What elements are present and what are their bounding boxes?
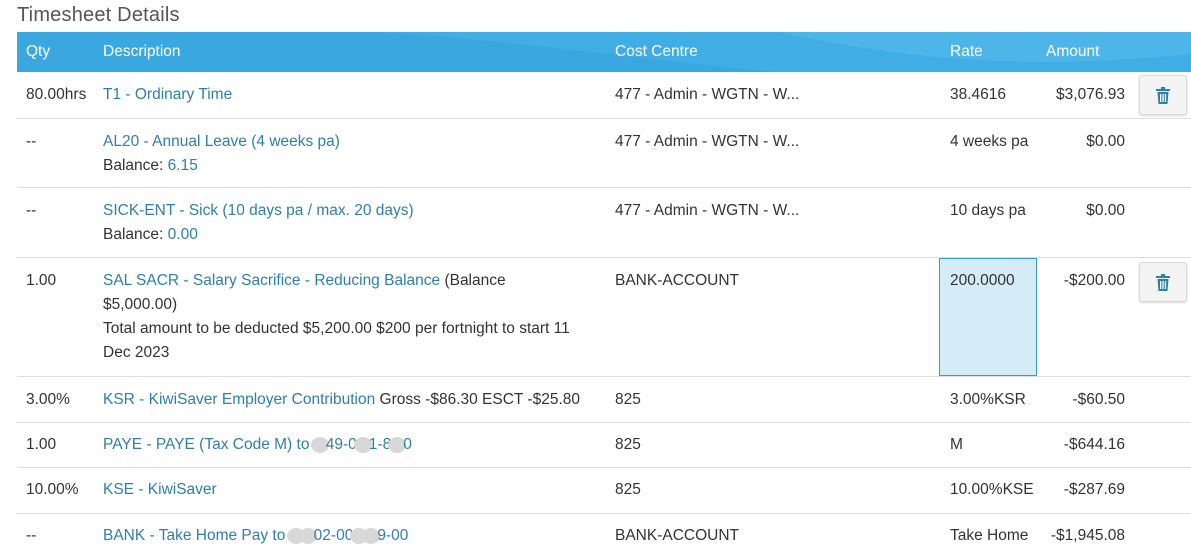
pay-item-link[interactable]: AL20 - Annual Leave (4 weeks pa): [103, 133, 340, 150]
cost-centre-cell: BANK-ACCOUNT: [615, 527, 740, 544]
column-header-amount[interactable]: Amount: [1046, 32, 1099, 72]
table-row: 10.00% KSE - KiwiSaver 825 10.00%KSE -$2…: [17, 468, 1191, 514]
amount-cell: -$1,945.08: [1050, 527, 1125, 544]
pay-item-link[interactable]: BANK - Take Home Pay to 02-00 9-00: [103, 527, 408, 544]
amount-cell: -$60.50: [1072, 391, 1125, 408]
qty-cell: --: [26, 133, 37, 150]
cost-centre-cell: BANK-ACCOUNT: [615, 272, 740, 289]
balance-value: 6.15: [167, 157, 198, 174]
qty-cell: 10.00%: [26, 481, 79, 498]
pay-item-link[interactable]: SICK-ENT - Sick (10 days pa / max. 20 da…: [103, 202, 414, 219]
table-header: Qty Description Cost Centre Rate Amount: [17, 32, 1191, 72]
qty-cell: --: [26, 202, 37, 219]
rate-cell: Take Home: [950, 527, 1029, 544]
amount-cell: -$644.16: [1063, 436, 1125, 453]
section-title: Timesheet Details: [17, 4, 180, 26]
pay-item-link[interactable]: T1 - Ordinary Time: [103, 86, 232, 103]
description-cell: T1 - Ordinary Time: [103, 83, 615, 107]
trash-icon: [1156, 273, 1170, 291]
qty-cell: 80.00hrs: [26, 86, 87, 103]
column-header-description[interactable]: Description: [103, 32, 181, 72]
cost-centre-cell: 825: [615, 481, 641, 498]
balance-value: 0.00: [167, 226, 198, 243]
description-cell: KSR - KiwiSaver Employer Contribution Gr…: [103, 388, 615, 412]
pay-item-link[interactable]: SAL SACR - Salary Sacrifice - Reducing B…: [103, 272, 440, 289]
column-header-qty[interactable]: Qty: [26, 32, 50, 72]
header-wave-decoration: [17, 32, 1191, 72]
column-header-rate[interactable]: Rate: [950, 32, 983, 72]
rate-cell: 10.00%KSE: [950, 481, 1034, 498]
amount-cell: -$287.69: [1063, 481, 1125, 498]
table-row: -- BANK - Take Home Pay to 02-00 9-00 BAN…: [17, 514, 1191, 554]
table-row: 80.00hrs T1 - Ordinary Time 477 - Admin …: [17, 72, 1191, 119]
table-row: 1.00 PAYE - PAYE (Tax Code M) to 49-0 1-8…: [17, 423, 1191, 468]
rate-cell: 10 days pa: [950, 202, 1026, 219]
description-cell: AL20 - Annual Leave (4 weeks pa) Balance…: [103, 130, 615, 178]
balance-label: Balance:: [103, 226, 164, 243]
qty-cell: 1.00: [26, 272, 57, 289]
balance-amount: $5,000.00): [103, 296, 178, 313]
rate-cell[interactable]: 38.4616: [950, 83, 1006, 107]
contribution-info: Gross -$86.30 ESCT -$25.80: [379, 391, 580, 408]
qty-cell: 1.00: [26, 436, 57, 453]
cost-centre-cell: 477 - Admin - WGTN - W...: [615, 86, 800, 103]
qty-cell: 3.00%: [26, 391, 70, 408]
amount-cell: $3,076.93: [1056, 86, 1125, 103]
column-header-cost-centre[interactable]: Cost Centre: [615, 32, 698, 72]
amount-cell: -$200.00: [1063, 272, 1125, 289]
amount-cell: $0.00: [1086, 133, 1125, 150]
delete-row-button[interactable]: [1139, 262, 1187, 302]
table-row: 1.00 SAL SACR - Salary Sacrifice - Reduc…: [17, 258, 1191, 377]
cost-centre-cell: 825: [615, 391, 641, 408]
amount-cell: $0.00: [1086, 202, 1125, 219]
rate-cell[interactable]: 200.0000: [950, 269, 1015, 293]
description-cell: KSE - KiwiSaver: [103, 478, 615, 502]
cost-centre-cell: 825: [615, 436, 641, 453]
description-cell: SICK-ENT - Sick (10 days pa / max. 20 da…: [103, 199, 615, 247]
deduction-note-line-1: Total amount to be deducted $5,200.00 $2…: [103, 320, 570, 337]
timesheet-table: Qty Description Cost Centre Rate Amount …: [17, 32, 1191, 554]
description-cell: SAL SACR - Salary Sacrifice - Reducing B…: [103, 269, 615, 365]
balance-label: Balance:: [103, 157, 164, 174]
cost-centre-cell: 477 - Admin - WGTN - W...: [615, 202, 800, 219]
table-row: -- AL20 - Annual Leave (4 weeks pa) Bala…: [17, 119, 1191, 188]
description-cell: BANK - Take Home Pay to 02-00 9-00: [103, 524, 615, 548]
pay-item-link[interactable]: KSE - KiwiSaver: [103, 481, 217, 498]
trash-icon: [1156, 86, 1170, 104]
table-row: -- SICK-ENT - Sick (10 days pa / max. 20…: [17, 188, 1191, 258]
rate-cell: 4 weeks pa: [950, 133, 1029, 150]
deduction-note-line-2: Dec 2023: [103, 344, 170, 361]
pay-item-link[interactable]: KSR - KiwiSaver Employer Contribution: [103, 391, 375, 408]
cost-centre-cell: 477 - Admin - WGTN - W...: [615, 133, 800, 150]
balance-info: (Balance: [444, 272, 506, 289]
qty-cell: --: [26, 527, 37, 544]
rate-cell: M: [950, 436, 963, 453]
rate-cell: 3.00%KSR: [950, 391, 1026, 408]
pay-item-link[interactable]: PAYE - PAYE (Tax Code M) to 49-0 1-8 0: [103, 436, 412, 453]
description-cell: PAYE - PAYE (Tax Code M) to 49-0 1-8 0: [103, 433, 615, 457]
delete-row-button[interactable]: [1139, 75, 1187, 115]
table-row: 3.00% KSR - KiwiSaver Employer Contribut…: [17, 377, 1191, 423]
